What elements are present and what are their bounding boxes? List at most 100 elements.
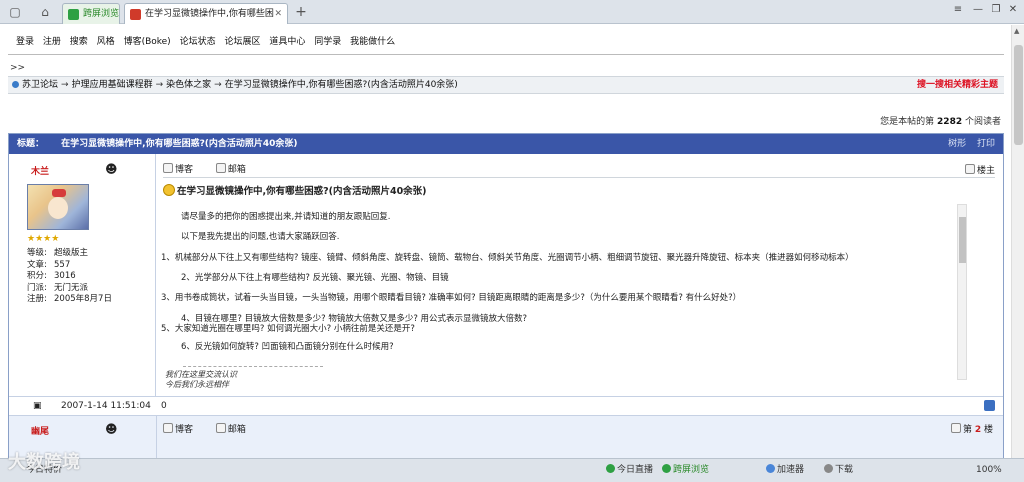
page-favicon-icon xyxy=(130,9,141,20)
home-icon[interactable]: ⌂ xyxy=(36,3,54,21)
blog-icon xyxy=(163,163,173,173)
rank-stars: ★★★★ xyxy=(27,234,60,244)
browser-tab-bar: ▢ ⌂ 跨屏浏览 在学习显微镜操作中,你有哪些困 ✕ + ≡ — ❐ ✕ xyxy=(0,0,1024,24)
close-tab-icon[interactable]: ✕ xyxy=(274,4,282,24)
nav-forum-status[interactable]: 论坛状态 xyxy=(180,37,216,47)
floor-label: 第 2 楼 xyxy=(950,422,993,435)
content-line: 2、光学部分从下往上有哪些结构? 反光镜、聚光镜、光圈、物镜、目镜 xyxy=(181,273,449,283)
breadcrumb-board[interactable]: 染色体之家 xyxy=(166,80,211,90)
thread-header: 标题： 在学习显微镜操作中,你有哪些困惑?(内含活动照片40余张) 树形 打印 xyxy=(9,134,1003,154)
post-row-2: 幽尾 ☻ 博客 邮箱 第 2 楼 xyxy=(9,415,1003,458)
nav-search[interactable]: 搜索 xyxy=(70,37,88,47)
post-body: 博客 邮箱 楼主 在学习显微镜操作中,你有哪些困惑?(内含活动照片40余张) 请… xyxy=(157,154,1003,396)
email-icon xyxy=(215,163,226,173)
author-panel: 木兰 ☻ ★★★★ 等级: 超级版主 文章: 557 积分: 3016 门派: 无门无派… xyxy=(9,154,156,396)
ip-icon[interactable]: ▣ xyxy=(33,397,42,415)
tab-cross-screen[interactable]: 跨屏浏览 xyxy=(62,3,120,24)
accelerator-icon xyxy=(766,464,775,473)
blog-icon xyxy=(163,423,173,433)
reader-count-value: 2282 xyxy=(937,117,963,127)
watermark: 大数跨境 xyxy=(8,452,80,473)
thread-title-label: 标题： xyxy=(17,139,45,149)
post-actions: 博客 邮箱 xyxy=(163,162,266,175)
accelerator-button[interactable]: 加速器 xyxy=(766,459,804,482)
nav-forum-gallery[interactable]: 论坛展区 xyxy=(224,37,260,47)
author-name[interactable]: 木兰 xyxy=(31,164,49,177)
download-button[interactable]: 下载 xyxy=(824,459,853,482)
status-bar: 今日特价 今日直播 跨屏浏览 加速器 下载 100% xyxy=(0,458,1024,482)
collapse-toggle[interactable]: >> xyxy=(10,63,25,73)
cross-screen-icon xyxy=(662,464,671,473)
nav-login[interactable]: 登录 xyxy=(16,37,34,47)
close-window-icon[interactable]: ✕ xyxy=(1005,4,1021,15)
content-line: 1、机械部分从下往上又有哪些结构? 镜座、镜臂、倾斜角度、旋转盘、镜筒、载物台、… xyxy=(161,253,854,263)
nav-tool-center[interactable]: 道具中心 xyxy=(269,37,305,47)
web-page: 登录 注册 搜索 风格 博客(Boke) 论坛状态 论坛展区 道具中心 同学录 … xyxy=(0,25,1011,458)
content-line: 6、反光镜如何旋转? 凹面镜和凸面镜分别在什么时候用? xyxy=(181,342,394,352)
breadcrumb-topic: 在学习显微镜操作中,你有哪些困惑?(内含活动照片40余张) xyxy=(224,80,458,90)
tab-label: 跨屏浏览 xyxy=(83,9,120,19)
post-score: 0 xyxy=(161,401,167,411)
post-title: 在学习显微镜操作中,你有哪些困惑?(内含活动照片40余张) xyxy=(163,183,427,197)
blog-link[interactable]: 博客 xyxy=(163,163,203,175)
nav-blog[interactable]: 博客(Boke) xyxy=(124,37,171,47)
cross-screen-icon xyxy=(68,9,79,20)
blog-link[interactable]: 博客 xyxy=(163,423,203,435)
content-line: 以下是我先提出的问题,也请大家踊跃回答. xyxy=(181,232,340,242)
divider xyxy=(163,177,995,178)
breadcrumb-course-group[interactable]: 护理应用基础课程群 xyxy=(72,80,153,90)
post-actions: 博客 邮箱 xyxy=(163,422,266,435)
email-link[interactable]: 邮箱 xyxy=(215,163,256,175)
breadcrumb-forum[interactable]: 苏卫论坛 xyxy=(22,80,58,90)
nav-style[interactable]: 风格 xyxy=(97,37,115,47)
signature: 我们在这里交流认识 今后我们永远相伴 xyxy=(163,354,463,390)
divider xyxy=(8,54,1004,55)
email-link[interactable]: 邮箱 xyxy=(215,423,256,435)
bullet-icon xyxy=(12,81,19,88)
floor-icon xyxy=(964,164,975,174)
signature-text: 我们在这里交流认识 今后我们永远相伴 xyxy=(165,370,237,389)
floor-label: 楼主 xyxy=(964,163,995,176)
email-icon xyxy=(215,423,226,433)
print-link[interactable]: 打印 xyxy=(977,139,995,149)
nav-classmates[interactable]: 同学录 xyxy=(314,37,341,47)
tree-view-link[interactable]: 树形 xyxy=(948,139,966,149)
scroll-up-icon[interactable]: ▲ xyxy=(1014,27,1019,35)
nav-register[interactable]: 注册 xyxy=(43,37,61,47)
floor-icon xyxy=(950,423,961,433)
content-scrollbar[interactable] xyxy=(957,204,967,380)
thread-table: 标题： 在学习显微镜操作中,你有哪些困惑?(内含活动照片40余张) 树形 打印 … xyxy=(8,133,1004,458)
live-icon xyxy=(606,464,615,473)
back-icon[interactable]: ▢ xyxy=(6,3,24,21)
zoom-level[interactable]: 100% xyxy=(976,459,1002,482)
scrollbar-thumb[interactable] xyxy=(1014,45,1023,145)
content-line: 3、用书卷成筒状，试着一头当目镜，一头当物镜，用哪个眼睛看目镜? 准确率如何? … xyxy=(161,293,742,303)
related-topics-search-link[interactable]: 搜一搜相关精彩主题 xyxy=(917,77,998,94)
tab-label: 在学习显微镜操作中,你有哪些困 xyxy=(145,9,274,19)
content-line: 请尽量多的把你的困惑提出来,并请知道的朋友跟贴回复. xyxy=(181,212,391,222)
user-status-icon: ☻ xyxy=(105,162,118,176)
content-line: 5、大家知道光圈在哪里吗? 如何调光圈大小? 小柄往前是关还是开? xyxy=(161,324,415,334)
post-footer: ▣ 2007-1-14 11:51:04 0 xyxy=(9,396,1003,414)
author-info: 等级: 超级版主 文章: 557 积分: 3016 门派: 无门无派 注册: 2005年8… xyxy=(27,248,112,304)
reader-count: 您是本帖的第 2282 个阅读者 xyxy=(880,117,1001,127)
user-status-icon: ☻ xyxy=(105,422,118,436)
author-name[interactable]: 幽尾 xyxy=(31,424,49,437)
top-navigation: 登录 注册 搜索 风格 博客(Boke) 论坛状态 论坛展区 道具中心 同学录 … xyxy=(16,34,401,47)
smiley-icon xyxy=(163,184,175,196)
minimize-icon[interactable]: — xyxy=(970,4,986,15)
avatar[interactable] xyxy=(27,184,89,230)
maximize-icon[interactable]: ❐ xyxy=(988,4,1004,15)
reply-icon[interactable] xyxy=(984,400,995,411)
download-icon xyxy=(824,464,833,473)
post-time: 2007-1-14 11:51:04 xyxy=(61,401,151,411)
cross-screen-button[interactable]: 跨屏浏览 xyxy=(662,459,709,482)
tab-current-page[interactable]: 在学习显微镜操作中,你有哪些困 ✕ xyxy=(124,3,288,24)
menu-icon[interactable]: ≡ xyxy=(950,4,966,15)
thread-title: 在学习显微镜操作中,你有哪些困惑?(内含活动照片40余张) xyxy=(61,139,298,149)
page-scrollbar[interactable]: ▲ xyxy=(1011,25,1024,458)
breadcrumb: 苏卫论坛 → 护理应用基础课程群 → 染色体之家 → 在学习显微镜操作中,你有哪些困惑?(内… xyxy=(8,76,1004,94)
new-tab-button[interactable]: + xyxy=(292,4,310,22)
live-button[interactable]: 今日直播 xyxy=(606,459,653,482)
nav-help[interactable]: 我能做什么 xyxy=(350,37,395,47)
